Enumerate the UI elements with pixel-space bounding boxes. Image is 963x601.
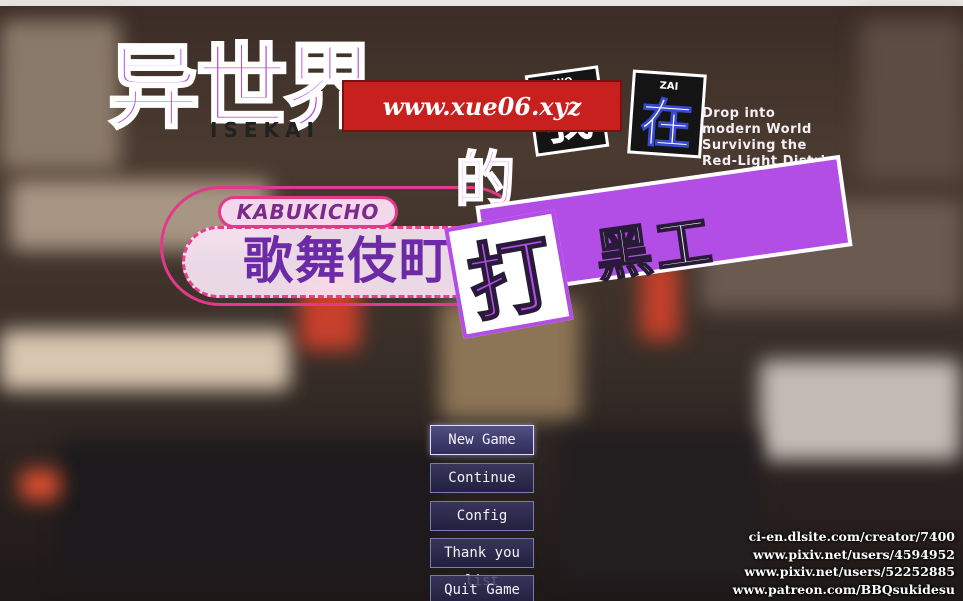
tagline-line: Drop into (702, 106, 776, 121)
tagline-line: Surviving the (702, 138, 807, 153)
tagline-line: modern World (702, 122, 812, 137)
bg-light (860, 20, 963, 180)
logo-card-zai-char: 在 (638, 93, 695, 157)
thank-you-list-button[interactable]: Thank you list (430, 538, 534, 589)
credit-link: www.pixiv.net/users/4594952 (753, 546, 955, 562)
logo-card-zai: ZAI 在 (627, 69, 707, 159)
quit-game-button[interactable]: Quit Game (430, 575, 534, 601)
logo-banner-text: 黑工 (591, 208, 721, 291)
config-button[interactable]: Config (430, 501, 534, 531)
top-edge-strip (0, 0, 963, 6)
new-game-button[interactable]: New Game (430, 425, 534, 455)
creator-links: ci-en.dlsite.com/creator/7400 www.pixiv.… (725, 528, 955, 598)
watermark-banner: www.xue06.xyz (342, 80, 622, 132)
credit-link: www.patreon.com/BBQsukidesu (732, 581, 955, 597)
continue-button[interactable]: Continue (430, 463, 534, 493)
logo-title-romaji: ISEKAI (210, 118, 320, 142)
bg-light (20, 470, 60, 500)
logo-da-char: 打 (460, 222, 562, 335)
bg-light (760, 360, 960, 460)
credit-link: www.pixiv.net/users/52252885 (744, 564, 955, 579)
logo-kabukicho-roman: KABUKICHO (218, 196, 398, 228)
bg-car (60, 440, 440, 580)
credit-link: ci-en.dlsite.com/creator/7400 (748, 529, 955, 544)
